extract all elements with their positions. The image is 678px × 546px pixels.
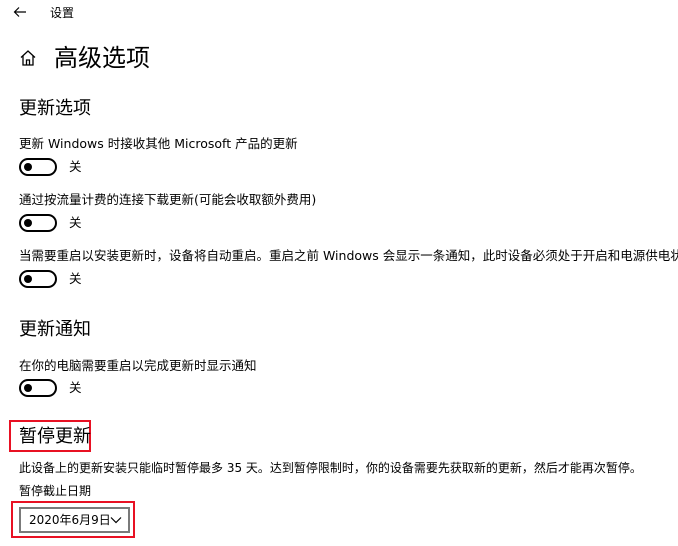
toggle-knob: [24, 275, 32, 283]
restart-notification-toggle[interactable]: [19, 379, 57, 397]
option-metered-row: 关: [19, 213, 82, 233]
title-bar: 设置: [0, 0, 678, 28]
toggle-state-label: 关: [69, 271, 82, 286]
metered-connection-toggle[interactable]: [19, 214, 57, 232]
option-restart-notification-label: 在你的电脑需要重启以完成更新时显示通知: [19, 358, 257, 373]
home-icon[interactable]: [18, 48, 38, 68]
option-auto-restart-row: 关: [19, 269, 82, 289]
option-metered-label: 通过按流量计费的连接下载更新(可能会收取额外费用): [19, 192, 317, 207]
chevron-down-icon: [110, 517, 122, 524]
option-other-products-row: 关: [19, 157, 82, 177]
arrow-left-icon[interactable]: [12, 4, 28, 20]
page-title: 高级选项: [54, 44, 150, 72]
toggle-knob: [24, 219, 32, 227]
toggle-knob: [24, 163, 32, 171]
pause-date-dropdown[interactable]: 2020年6月9日: [19, 507, 130, 533]
toggle-state-label: 关: [69, 159, 82, 174]
pause-updates-heading: 暂停更新: [19, 426, 91, 447]
other-products-toggle[interactable]: [19, 158, 57, 176]
toggle-state-label: 关: [69, 380, 82, 395]
option-other-products-label: 更新 Windows 时接收其他 Microsoft 产品的更新: [19, 136, 298, 151]
pause-date-label: 暂停截止日期: [19, 484, 92, 498]
option-auto-restart-label: 当需要重启以安装更新时，设备将自动重启。重启之前 Windows 会显示一条通知…: [19, 248, 678, 263]
window-title: 设置: [50, 6, 75, 20]
toggle-knob: [24, 384, 32, 392]
toggle-state-label: 关: [69, 215, 82, 230]
pause-description: 此设备上的更新安装只能临时暂停最多 35 天。达到暂停限制时，你的设备需要先获取…: [19, 461, 642, 475]
update-options-heading: 更新选项: [19, 98, 91, 119]
option-restart-notification-row: 关: [19, 378, 82, 398]
update-notifications-heading: 更新通知: [19, 319, 91, 340]
pause-date-value: 2020年6月9日: [29, 513, 111, 527]
auto-restart-toggle[interactable]: [19, 270, 57, 288]
